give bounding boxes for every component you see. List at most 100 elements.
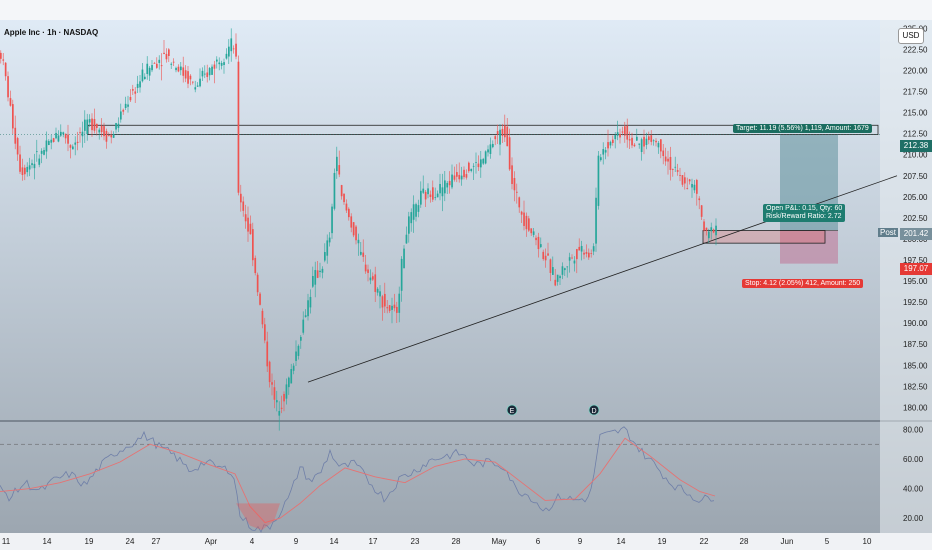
price-tick-label: 195.00: [903, 277, 928, 286]
candle-down: [458, 162, 461, 183]
candle-down: [525, 212, 528, 237]
candle-body: [506, 126, 509, 147]
candle-body: [470, 168, 473, 171]
candle-body: [607, 142, 609, 149]
candle-body: [480, 159, 482, 168]
candle-down: [9, 90, 12, 107]
candle-body: [631, 137, 633, 146]
candle-down: [2, 53, 5, 66]
candle-up: [208, 66, 211, 81]
candle-up: [86, 113, 89, 141]
candle-up: [57, 130, 60, 143]
candle-up: [434, 187, 437, 201]
candle-body: [446, 182, 449, 188]
time-tick-label: 9: [578, 537, 583, 546]
candle-body: [151, 65, 153, 71]
candle-up: [427, 183, 429, 199]
position-info: Open P&L: 0.15, Qty: 60 Risk/Reward Rati…: [763, 204, 846, 222]
candle-body: [698, 198, 701, 201]
candle-body: [132, 89, 134, 91]
candle-up: [559, 274, 561, 286]
candle-body: [420, 190, 422, 205]
stop-annotation: Stop: 4.12 (2.05%) 412, Amount: 250: [742, 279, 864, 288]
candle-body: [343, 193, 345, 203]
candle-up: [638, 143, 641, 149]
candle-body: [115, 123, 117, 130]
time-tick-label: 19: [658, 537, 667, 546]
candle-body: [439, 184, 441, 194]
candle-body: [655, 140, 657, 143]
candle-down: [669, 146, 672, 181]
candle-up: [314, 261, 317, 298]
candle-body: [204, 73, 206, 75]
candle-up: [376, 287, 379, 296]
target-annotation: Target: 11.19 (5.56%) 1,119, Amount: 167…: [733, 124, 872, 133]
candle-body: [189, 75, 192, 80]
candle-down: [667, 150, 669, 175]
candle-body: [2, 59, 5, 61]
candle-down: [535, 235, 537, 246]
candle-up: [492, 140, 494, 149]
candle-body: [180, 66, 182, 71]
candle-body: [712, 229, 715, 233]
candle-up: [204, 65, 206, 79]
candle-down: [554, 268, 557, 287]
candle-down: [571, 254, 573, 260]
candle-body: [144, 76, 146, 80]
candle-down: [79, 127, 81, 143]
candle-body: [429, 194, 432, 197]
candle-body: [93, 119, 96, 131]
candle-body: [465, 174, 468, 178]
candle-down: [576, 248, 578, 274]
candle-down: [684, 172, 686, 190]
candle-body: [525, 215, 528, 230]
candle-up: [276, 390, 278, 412]
candle-up: [144, 73, 146, 80]
rsi-tick-label: 20.00: [903, 514, 924, 523]
candle-up: [691, 178, 693, 198]
candle-body: [436, 193, 439, 198]
candle-up: [223, 58, 225, 74]
toolbar-strip: [0, 0, 932, 20]
candle-body: [122, 109, 125, 112]
candle-down: [700, 204, 703, 221]
candle-body: [348, 208, 350, 218]
candle-down: [626, 118, 629, 148]
candle-body: [12, 104, 14, 129]
candle-down: [463, 166, 465, 180]
candle-down: [187, 65, 189, 89]
candle-up: [220, 60, 223, 70]
candle-down: [242, 196, 245, 217]
candle-body: [703, 221, 705, 231]
candle-body: [84, 119, 86, 131]
candle-body: [312, 276, 314, 287]
candle-up: [472, 163, 475, 180]
candle-down: [372, 272, 374, 281]
candle-body: [50, 139, 53, 143]
candle-body: [681, 175, 684, 185]
candle-body: [340, 185, 343, 197]
candle-body: [487, 149, 489, 153]
candle-body: [566, 266, 569, 268]
candle-body: [199, 78, 201, 87]
candle-body: [177, 66, 180, 72]
candle-down: [672, 168, 674, 177]
candle-down: [345, 199, 348, 213]
candle-up: [328, 232, 331, 247]
candle-body: [648, 136, 650, 141]
candle-body: [213, 64, 216, 69]
candle-body: [705, 227, 708, 231]
price-tick-label: 180.00: [903, 403, 928, 412]
candle-up: [194, 80, 197, 93]
candle-up: [379, 285, 381, 309]
candle-up: [225, 48, 228, 60]
candle-body: [19, 154, 21, 172]
chart-canvas[interactable]: 180.00 182.50 185.00 187.50 190.00 192.50 195.…: [0, 0, 932, 550]
candle-body: [638, 143, 641, 145]
candle-up: [405, 226, 408, 244]
currency-button[interactable]: USD: [898, 28, 924, 44]
candle-body: [319, 270, 321, 273]
candle-up: [489, 137, 492, 159]
candle-up: [357, 233, 360, 256]
candle-body: [336, 156, 338, 172]
